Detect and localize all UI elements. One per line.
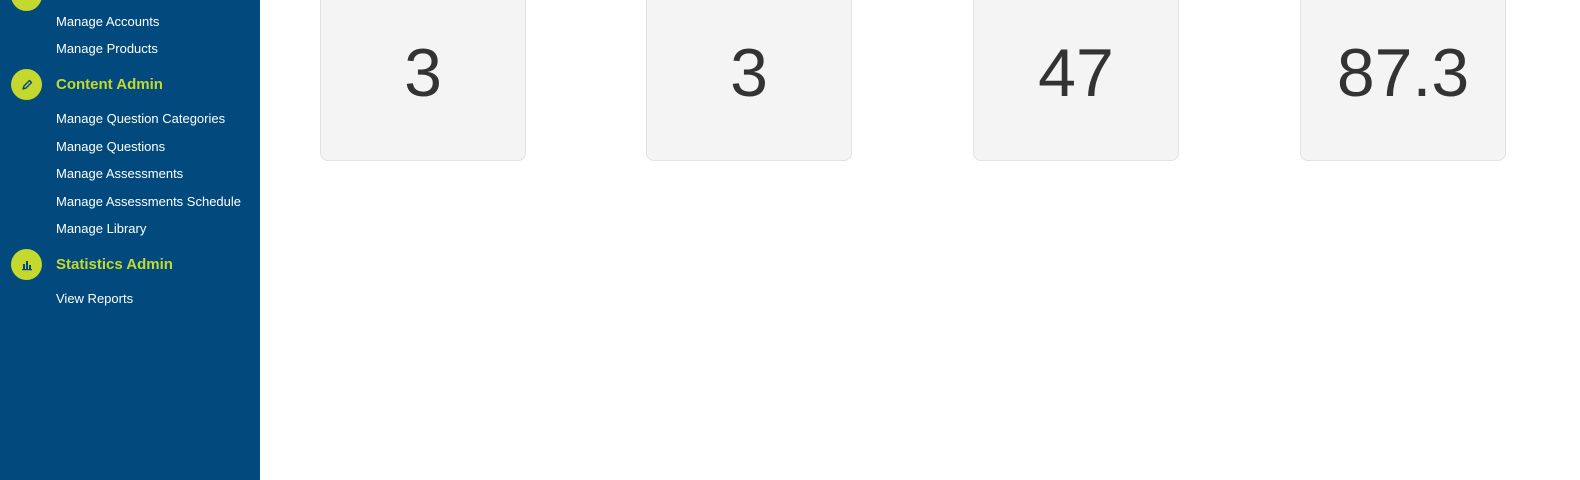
sidebar-item-manage-library[interactable]: Manage Library bbox=[56, 221, 146, 236]
bar-chart-icon bbox=[11, 249, 42, 280]
stat-value: 87.3 bbox=[1336, 35, 1470, 111]
main-content: 3 Total Comm... 3 47 87.3 bbox=[260, 0, 1580, 480]
stat-value: 3 bbox=[404, 35, 442, 111]
sidebar-item-manage-question-categories[interactable]: Manage Question Categories bbox=[56, 111, 225, 126]
sidebar-item-manage-accounts[interactable]: Manage Accounts bbox=[56, 14, 159, 29]
stat-card: Total Comm... 3 bbox=[646, 0, 852, 161]
section-title-statistics-admin[interactable]: Statistics Admin bbox=[56, 256, 173, 273]
sidebar-item-manage-questions[interactable]: Manage Questions bbox=[56, 139, 165, 154]
sidebar: Manage Accounts Manage Products Content … bbox=[0, 0, 260, 480]
stat-caption: Total Comm... bbox=[708, 0, 790, 8]
stat-card: 87.3 bbox=[1300, 0, 1506, 161]
sidebar-item-view-reports[interactable]: View Reports bbox=[56, 291, 133, 306]
stat-card: 47 bbox=[973, 0, 1179, 161]
sidebar-item-manage-assessments[interactable]: Manage Assessments bbox=[56, 166, 183, 181]
stat-value: 47 bbox=[1038, 35, 1114, 111]
section-icon-top bbox=[11, 0, 42, 11]
sidebar-item-manage-products[interactable]: Manage Products bbox=[56, 41, 158, 56]
stat-value: 3 bbox=[730, 35, 768, 111]
pencil-icon bbox=[11, 69, 42, 100]
sidebar-item-manage-assessments-schedule[interactable]: Manage Assessments Schedule bbox=[56, 194, 241, 209]
stat-card: 3 bbox=[320, 0, 526, 161]
section-title-content-admin[interactable]: Content Admin bbox=[56, 76, 163, 93]
